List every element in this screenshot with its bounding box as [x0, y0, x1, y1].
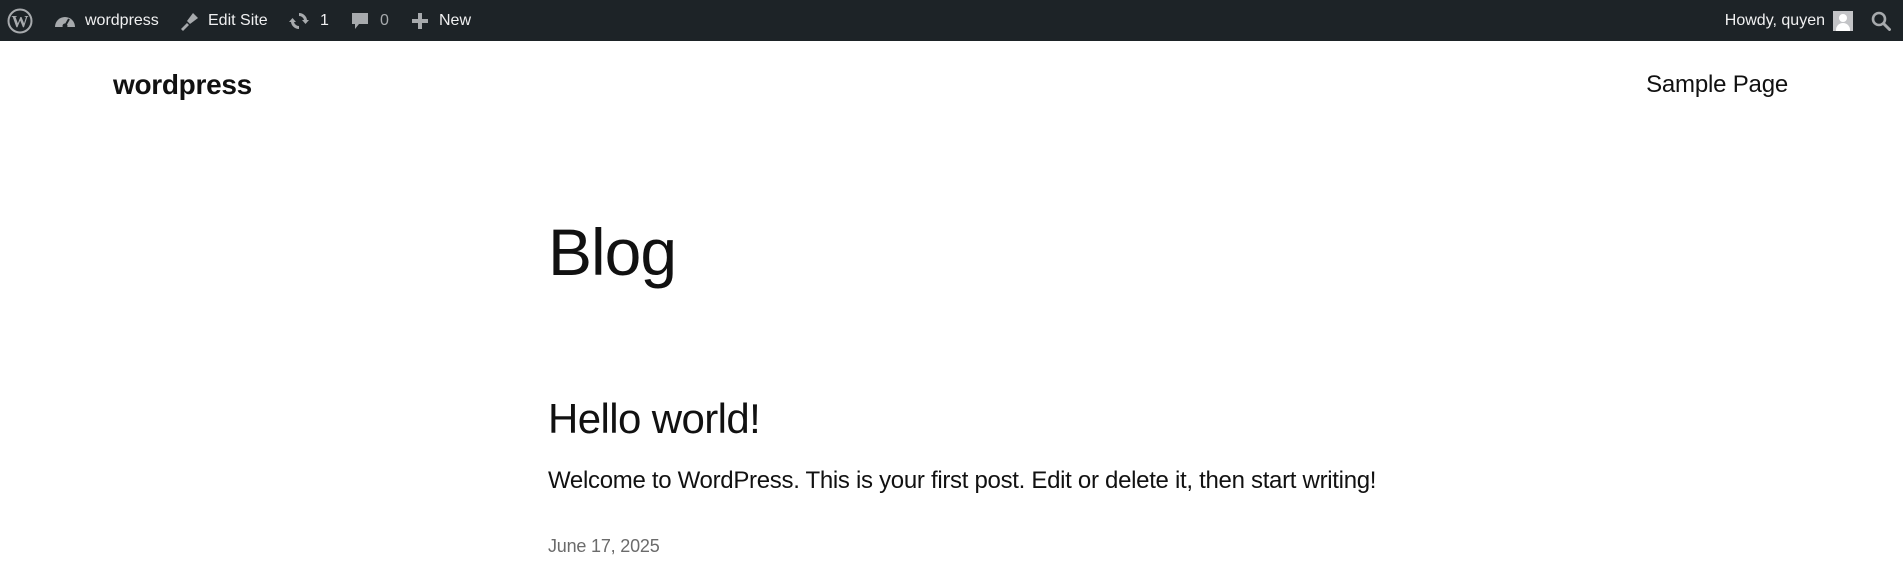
my-account-menu[interactable]: Howdy, quyen — [1725, 0, 1853, 41]
search-button[interactable] — [1871, 0, 1891, 41]
comments-count: 0 — [380, 11, 389, 29]
plus-icon — [412, 12, 428, 29]
site-name-label: wordpress — [85, 11, 159, 29]
brush-icon — [181, 12, 198, 31]
updates-count: 1 — [320, 11, 329, 29]
comments-button[interactable]: 0 — [350, 0, 389, 41]
wordpress-logo-icon: W — [7, 8, 33, 33]
edit-site-button[interactable]: Edit Site — [178, 0, 268, 41]
admin-bar: W wordpress Edit Site 1 0 New Howdy, quy… — [0, 0, 1903, 41]
post-date[interactable]: June 17, 2025 — [548, 536, 660, 557]
post-excerpt: Welcome to WordPress. This is your first… — [548, 467, 1377, 494]
nav-item-sample-page[interactable]: Sample Page — [1646, 71, 1788, 99]
dashboard-icon — [55, 16, 75, 28]
page-title: Blog — [548, 215, 677, 289]
search-icon — [1871, 11, 1891, 31]
updates-icon — [289, 12, 309, 29]
site-title[interactable]: wordpress — [113, 69, 252, 101]
post-title[interactable]: Hello world! — [548, 394, 761, 444]
comment-icon — [352, 12, 368, 29]
greeting-label: Howdy, quyen — [1724, 11, 1825, 29]
updates-button[interactable]: 1 — [288, 0, 329, 41]
site-name-menu[interactable]: wordpress — [53, 0, 159, 41]
wordpress-logo-button[interactable]: W — [7, 0, 33, 41]
edit-site-label: Edit Site — [208, 11, 268, 29]
new-label: New — [439, 11, 472, 29]
svg-text:W: W — [12, 12, 29, 31]
user-avatar-icon — [1833, 10, 1853, 31]
new-content-button[interactable]: New — [411, 0, 471, 41]
